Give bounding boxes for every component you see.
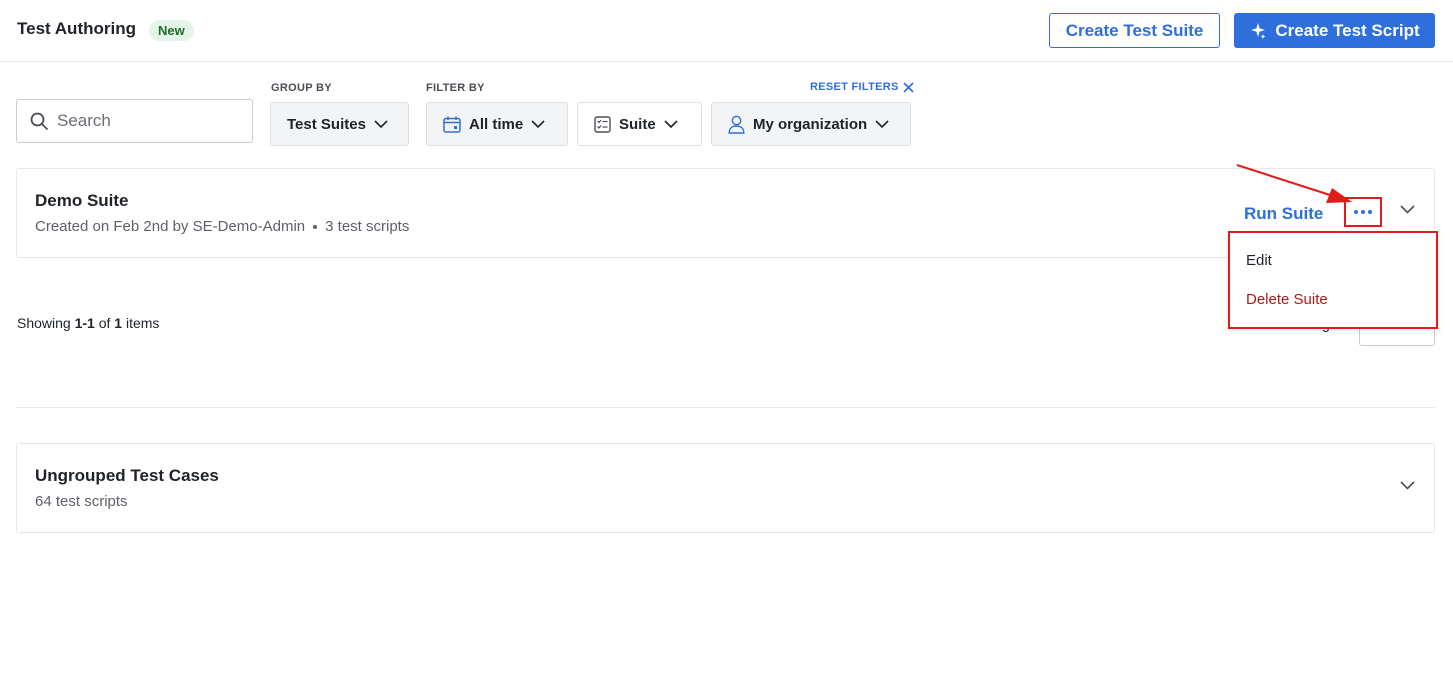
suite-card[interactable]: Demo Suite Created on Feb 2nd by SE-Demo… (16, 168, 1435, 258)
showing-total: 1 (114, 315, 123, 331)
user-icon (728, 115, 745, 134)
suite-options-menu: Edit Delete Suite (1228, 231, 1438, 329)
page-title: Test Authoring (17, 19, 136, 38)
reset-filters-label: RESET FILTERS (810, 81, 899, 93)
new-badge: New (149, 20, 194, 41)
showing-suffix: items (125, 315, 160, 331)
more-dot-icon (1361, 210, 1365, 214)
create-test-suite-button[interactable]: Create Test Suite (1049, 13, 1220, 48)
organization-filter-dropdown[interactable]: My organization (711, 102, 911, 146)
calendar-icon (443, 116, 461, 133)
run-suite-button[interactable]: Run Suite (1244, 204, 1323, 224)
suite-meta: Created on Feb 2nd by SE-Demo-Admin 3 te… (35, 218, 409, 235)
chevron-down-icon (664, 119, 678, 128)
more-options-button[interactable] (1344, 197, 1382, 227)
showing-range: 1-1 (74, 315, 95, 331)
suite-script-count: 3 test scripts (325, 218, 410, 235)
checklist-icon (594, 115, 611, 133)
pagination-summary: Showing 1-1 of 1 items (17, 315, 159, 331)
ungrouped-title: Ungrouped Test Cases (35, 466, 219, 485)
showing-of: of (98, 315, 111, 331)
chevron-down-icon (531, 119, 545, 128)
menu-item-delete-suite[interactable]: Delete Suite (1246, 291, 1328, 308)
organization-filter-value: My organization (753, 115, 868, 133)
menu-item-edit[interactable]: Edit (1246, 252, 1272, 269)
sparkle-icon (1251, 22, 1266, 39)
ungrouped-card[interactable]: Ungrouped Test Cases 64 test scripts (16, 443, 1435, 533)
ungrouped-script-count: 64 test scripts (35, 493, 128, 510)
type-filter-dropdown[interactable]: Suite (577, 102, 702, 146)
separator-dot (313, 224, 318, 229)
chevron-down-icon (875, 119, 889, 128)
search-box[interactable] (16, 99, 253, 143)
time-filter-dropdown[interactable]: All time (426, 102, 568, 146)
page-header: Test Authoring New Create Test Suite Cre… (0, 0, 1453, 62)
section-divider (16, 407, 1435, 408)
chevron-down-icon[interactable] (1400, 205, 1415, 214)
type-filter-value: Suite (619, 115, 656, 133)
more-dot-icon (1354, 210, 1358, 214)
group-by-dropdown[interactable]: Test Suites (270, 102, 409, 146)
suite-title: Demo Suite (35, 191, 129, 210)
filter-by-label: FILTER BY (426, 82, 485, 94)
time-filter-value: All time (469, 115, 524, 133)
search-input[interactable] (57, 111, 237, 131)
create-test-script-label: Create Test Script (1275, 20, 1420, 40)
chevron-down-icon[interactable] (1400, 481, 1415, 490)
reset-filters-button[interactable]: RESET FILTERS (810, 81, 914, 93)
search-icon (30, 112, 48, 130)
suite-created: Created on Feb 2nd by SE-Demo-Admin (35, 218, 306, 235)
more-dot-icon (1368, 210, 1372, 214)
chevron-down-icon (374, 119, 388, 128)
create-test-script-button[interactable]: Create Test Script (1234, 13, 1435, 48)
group-by-label: GROUP BY (271, 82, 332, 94)
showing-prefix: Showing (17, 315, 71, 331)
close-icon (903, 81, 914, 93)
group-by-value: Test Suites (287, 115, 366, 133)
